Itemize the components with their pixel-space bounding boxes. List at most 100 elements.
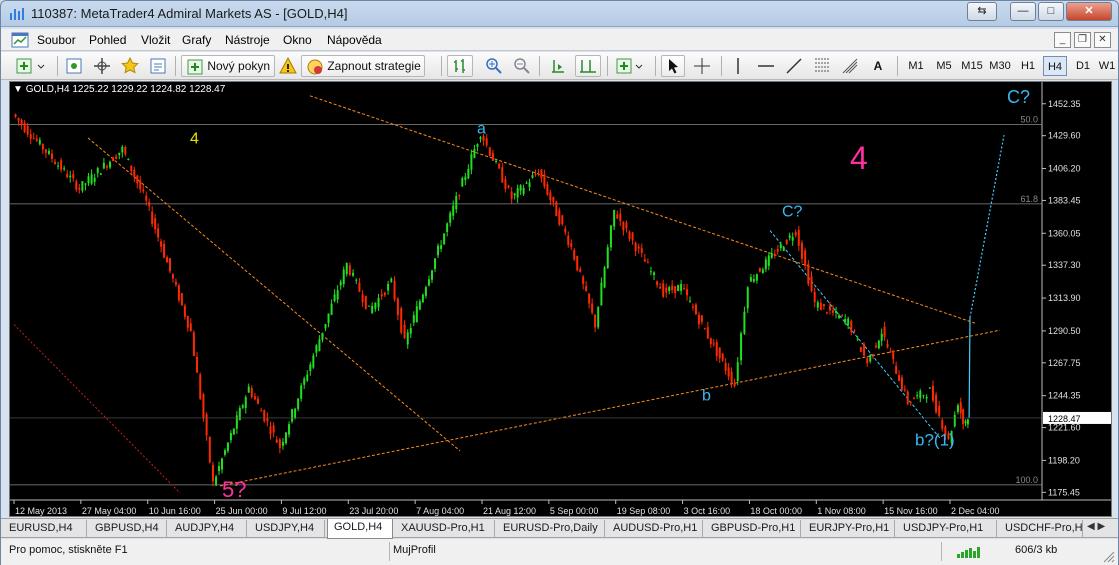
timeframe-h1[interactable]: H1 <box>1015 56 1041 76</box>
connection-status-icon[interactable] <box>956 545 984 559</box>
timeframe-m1[interactable]: M1 <box>903 56 929 76</box>
chart-window[interactable]: 12 May 2013 27 May 04:00 10 Jun 16:00 25 Ju… <box>9 81 1112 517</box>
favorites-button[interactable] <box>119 55 141 77</box>
mdi-close-button[interactable]: ✕ <box>1094 32 1111 48</box>
candle-body <box>697 314 700 325</box>
new-chart-button[interactable] <box>13 55 49 77</box>
mdi-restore-button[interactable]: ❐ <box>1074 32 1091 48</box>
close-button[interactable]: ✕ <box>1066 2 1112 21</box>
channel-tool-button[interactable] <box>811 55 833 77</box>
auto-scroll-button[interactable] <box>547 55 569 77</box>
candle-body <box>333 294 336 302</box>
timeframe-m15[interactable]: M15 <box>959 56 985 76</box>
projection-solid-line[interactable] <box>968 317 971 418</box>
mdi-minimize-button[interactable]: _ <box>1054 32 1071 48</box>
candle-body <box>906 391 909 404</box>
price-tick-label: 1175.45 <box>1048 487 1080 497</box>
chart-menu-arrow-icon[interactable]: ▼ <box>13 84 23 95</box>
candle-body <box>782 247 785 251</box>
bar-chart-icon <box>454 59 465 73</box>
candle-body <box>522 187 525 195</box>
candle-body <box>773 255 776 257</box>
chart-tab[interactable]: USDCHF-Pro,H <box>999 520 1083 538</box>
chart-tab[interactable]: GBPUSD,H4 <box>89 520 167 538</box>
candle-body <box>81 181 84 191</box>
tab-scroll-arrows[interactable]: ◀ ▶ <box>1087 521 1117 537</box>
candle-body <box>552 196 555 202</box>
profiles-button[interactable] <box>63 55 85 77</box>
candle-body <box>883 326 886 337</box>
menu-okno[interactable]: Okno <box>283 33 312 47</box>
menu-grafy[interactable]: Grafy <box>182 33 211 47</box>
chart-tab[interactable]: AUDUSD-Pro,H1 <box>607 520 703 538</box>
chart-tab[interactable]: EURJPY-Pro,H1 <box>803 520 895 538</box>
terminal-window-button[interactable] <box>147 55 169 77</box>
status-profile[interactable]: MujProfil <box>393 544 436 556</box>
candle-body <box>458 194 461 197</box>
bar-chart-button[interactable] <box>447 55 473 77</box>
minimize-button[interactable]: — <box>1010 2 1036 21</box>
projection-down-line[interactable] <box>769 230 941 439</box>
text-tool-button[interactable]: A <box>867 55 889 77</box>
autotrading-button[interactable]: Zapnout strategie <box>301 55 425 77</box>
tab-scroll-left-icon[interactable]: ◀ <box>1087 521 1095 532</box>
zoom-out-button[interactable] <box>511 55 533 77</box>
chart-tab[interactable]: XAUUSD-Pro,H1 <box>395 520 495 538</box>
crosshair-tool-button[interactable] <box>691 55 713 77</box>
chart-tab[interactable]: USDJPY,H4 <box>249 520 325 538</box>
candle-body <box>537 173 540 175</box>
timeframe-h4[interactable]: H4 <box>1043 56 1067 76</box>
switch-window-button[interactable]: ⇆ <box>967 2 997 21</box>
trendline-tool-button[interactable] <box>783 55 805 77</box>
menu-vlozit[interactable]: Vložit <box>141 33 170 47</box>
chart-tab[interactable]: USDJPY-Pro,H1 <box>897 520 997 538</box>
menu-pohled[interactable]: Pohled <box>89 33 126 47</box>
menu-nastroje[interactable]: Nástroje <box>225 33 270 47</box>
crosshair-icon <box>694 58 710 74</box>
chart-tab[interactable]: EURUSD-Pro,Daily <box>497 520 605 538</box>
cursor-tool-button[interactable] <box>661 55 685 77</box>
maximize-button[interactable]: □ <box>1038 2 1064 21</box>
indicators-button[interactable] <box>613 55 647 77</box>
lower-trendline[interactable] <box>219 329 1001 487</box>
metaeditor-button[interactable] <box>277 55 299 77</box>
timeframe-w1[interactable]: W1 <box>1097 56 1117 76</box>
candle-body <box>653 272 656 276</box>
descending-trendline[interactable] <box>87 137 461 452</box>
horizontal-line-tool-button[interactable] <box>755 55 777 77</box>
candle-body <box>959 402 962 414</box>
menu-napoveda[interactable]: Nápověda <box>327 33 382 47</box>
price-chart[interactable]: 12 May 2013 27 May 04:00 10 Jun 16:00 25 Ju… <box>10 82 1112 517</box>
menu-soubor[interactable]: Soubor <box>37 33 76 47</box>
date-tick-label: 21 Aug 12:00 <box>483 506 536 516</box>
timeframe-d1[interactable]: D1 <box>1071 56 1095 76</box>
chart-window-icon[interactable] <box>11 32 29 48</box>
price-tick-label: 1313.90 <box>1048 293 1081 303</box>
candle-body <box>909 401 912 403</box>
resize-grip-icon[interactable] <box>1103 551 1115 563</box>
chart-tab[interactable]: GBPUSD-Pro,H1 <box>705 520 801 538</box>
timeframe-m30[interactable]: M30 <box>987 56 1013 76</box>
upper-trendline[interactable] <box>309 95 976 324</box>
chart-shift-button[interactable] <box>575 55 601 77</box>
candle-body <box>938 405 941 416</box>
crosshair-navigator-button[interactable] <box>91 55 113 77</box>
chart-tab-active[interactable]: GOLD,H4 <box>327 519 393 539</box>
indicators-icon <box>616 58 643 74</box>
fibonacci-tool-button[interactable] <box>839 55 861 77</box>
zoom-in-button[interactable] <box>483 55 505 77</box>
candle-body <box>443 233 446 245</box>
chart-tab[interactable]: EURUSD,H4 <box>3 520 87 538</box>
vertical-line-icon <box>737 58 739 74</box>
date-tick-label: 25 Jun 00:00 <box>216 506 268 516</box>
candle-body <box>189 323 192 332</box>
tab-scroll-right-icon[interactable]: ▶ <box>1097 521 1105 532</box>
red-channel-line[interactable] <box>13 324 181 494</box>
projection-dotted-line[interactable] <box>969 135 1005 318</box>
candle-body <box>221 458 223 470</box>
title-bar[interactable]: 110387: MetaTrader4 Admiral Markets AS -… <box>1 1 1118 27</box>
chart-tab[interactable]: AUDJPY,H4 <box>169 520 247 538</box>
new-order-button[interactable]: Nový pokyn <box>181 55 275 77</box>
timeframe-m5[interactable]: M5 <box>931 56 957 76</box>
vertical-line-tool-button[interactable] <box>727 55 749 77</box>
